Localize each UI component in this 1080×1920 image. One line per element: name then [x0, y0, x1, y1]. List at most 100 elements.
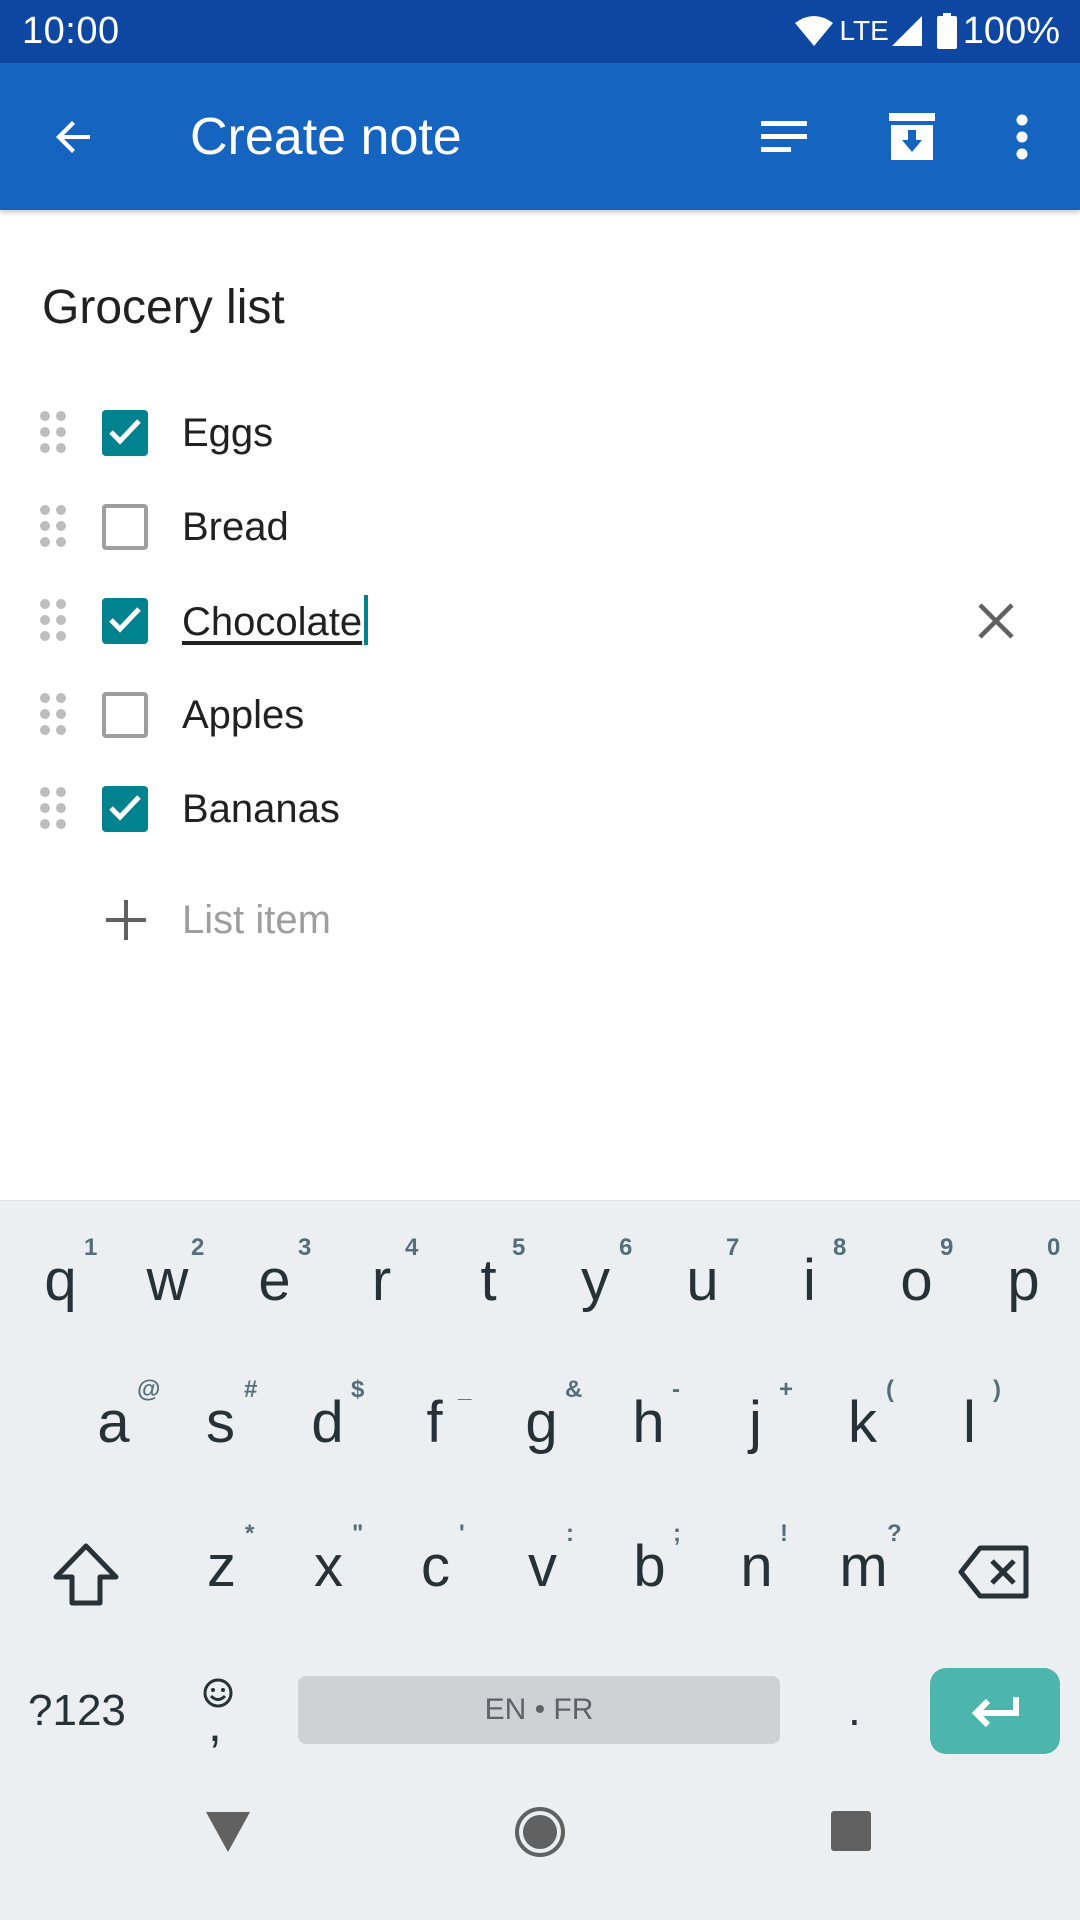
item-checkbox[interactable]	[102, 598, 148, 644]
drag-handle-icon	[40, 599, 66, 641]
drag-handle[interactable]	[38, 692, 68, 738]
list-item: Chocolate	[0, 581, 1080, 661]
square-recents-icon	[831, 1811, 871, 1851]
cellular-signal-icon	[891, 15, 923, 47]
status-bar: 10:00 LTE 100%	[0, 0, 1080, 63]
key-o[interactable]: o9	[863, 1234, 970, 1334]
key-s[interactable]: s #	[167, 1376, 274, 1476]
add-list-item-button[interactable]: List item	[0, 880, 1080, 960]
navigation-bar	[0, 1770, 1080, 1920]
list-item: Bread	[0, 487, 1080, 567]
period-key[interactable]: .	[848, 1681, 861, 1737]
key-l[interactable]: l)	[916, 1376, 1023, 1476]
key-d[interactable]: d $	[274, 1376, 381, 1476]
drag-handle[interactable]	[38, 598, 68, 644]
key-j[interactable]: j +	[702, 1376, 809, 1476]
item-text-field[interactable]: Chocolate	[182, 595, 369, 648]
drag-handle-icon	[40, 411, 66, 453]
key-t[interactable]: t5	[435, 1234, 542, 1334]
enter-key[interactable]	[930, 1668, 1060, 1754]
key-k[interactable]: k(	[809, 1376, 916, 1476]
key-hint: 5	[512, 1234, 526, 1261]
remove-item-button[interactable]	[970, 595, 1022, 647]
key-c[interactable]: c '	[382, 1520, 489, 1620]
key-hint: 0	[1047, 1234, 1061, 1261]
key-h[interactable]: h-	[595, 1376, 702, 1476]
key-label: o	[900, 1248, 933, 1313]
key-n[interactable]: n!	[703, 1520, 810, 1620]
key-hint: (	[886, 1376, 895, 1403]
key-label: z	[207, 1534, 236, 1599]
key-m[interactable]: m?	[810, 1520, 917, 1620]
back-button[interactable]	[30, 93, 118, 181]
key-x[interactable]: x "	[275, 1520, 382, 1620]
shift-key[interactable]	[50, 1541, 122, 1612]
symbols-key[interactable]: ?123	[28, 1683, 126, 1739]
space-bar[interactable]: EN • FR	[298, 1676, 780, 1744]
sort-button[interactable]	[740, 93, 828, 181]
drag-handle[interactable]	[38, 786, 68, 832]
network-type: LTE	[839, 15, 889, 46]
comma-label: ,	[208, 1696, 222, 1752]
shift-icon	[53, 1543, 119, 1606]
key-hint: 4	[405, 1234, 419, 1261]
home-nav-button[interactable]	[514, 1806, 566, 1863]
key-i[interactable]: i8	[756, 1234, 863, 1334]
circle-home-icon	[515, 1807, 565, 1857]
key-hint: $	[351, 1376, 365, 1403]
more-options-button[interactable]	[978, 93, 1066, 181]
item-text-field[interactable]: Bananas	[182, 783, 340, 835]
key-q[interactable]: q1	[7, 1234, 114, 1334]
item-label: Eggs	[182, 411, 274, 455]
recents-nav-button[interactable]	[830, 1810, 872, 1857]
key-hint: ;	[673, 1520, 682, 1547]
archive-button[interactable]	[868, 93, 956, 181]
drag-handle[interactable]	[38, 410, 68, 456]
item-checkbox[interactable]	[102, 786, 148, 832]
list-item: Bananas	[0, 769, 1080, 849]
item-checkbox[interactable]	[102, 504, 148, 550]
backspace-icon	[958, 1545, 1029, 1599]
key-w[interactable]: w2	[114, 1234, 221, 1334]
add-item-placeholder: List item	[182, 898, 331, 942]
key-p[interactable]: p0	[970, 1234, 1077, 1334]
check-icon	[109, 419, 141, 445]
key-u[interactable]: u7	[649, 1234, 756, 1334]
key-label: f	[426, 1390, 443, 1455]
text-cursor	[364, 595, 369, 645]
item-text-field[interactable]: Bread	[182, 501, 289, 553]
key-b[interactable]: b;	[596, 1520, 703, 1620]
key-g[interactable]: g &	[488, 1376, 595, 1476]
key-hint: !	[780, 1520, 789, 1547]
key-a[interactable]: a @	[60, 1376, 167, 1476]
key-hint: )	[993, 1376, 1002, 1403]
emoji-comma-key[interactable]: ,	[196, 1671, 240, 1751]
item-text-field[interactable]: Eggs	[182, 407, 273, 459]
backspace-key[interactable]	[958, 1545, 1030, 1604]
key-hint: @	[137, 1376, 161, 1403]
drag-handle[interactable]	[38, 504, 68, 550]
item-text-field[interactable]: Apples	[182, 689, 304, 741]
item-label: Bread	[182, 505, 289, 549]
key-label: p	[1007, 1248, 1040, 1313]
key-hint: '	[459, 1520, 465, 1547]
key-hint: 8	[833, 1234, 847, 1261]
key-z[interactable]: z *	[168, 1520, 275, 1620]
key-label: s	[206, 1390, 235, 1455]
key-label: e	[258, 1248, 291, 1313]
triangle-back-icon	[206, 1812, 250, 1852]
key-label: d	[311, 1390, 344, 1455]
item-checkbox[interactable]	[102, 410, 148, 456]
key-e[interactable]: e3	[221, 1234, 328, 1334]
back-nav-button[interactable]	[204, 1810, 252, 1859]
key-v[interactable]: v:	[489, 1520, 596, 1620]
key-r[interactable]: r4	[328, 1234, 435, 1334]
note-title[interactable]: Grocery list	[42, 278, 285, 338]
key-f[interactable]: f _	[381, 1376, 488, 1476]
key-hint: 7	[726, 1234, 740, 1261]
item-checkbox[interactable]	[102, 692, 148, 738]
key-y[interactable]: y6	[542, 1234, 649, 1334]
key-hint: "	[352, 1520, 364, 1547]
key-hint: _	[458, 1376, 472, 1403]
status-time: 10:00	[22, 10, 120, 52]
